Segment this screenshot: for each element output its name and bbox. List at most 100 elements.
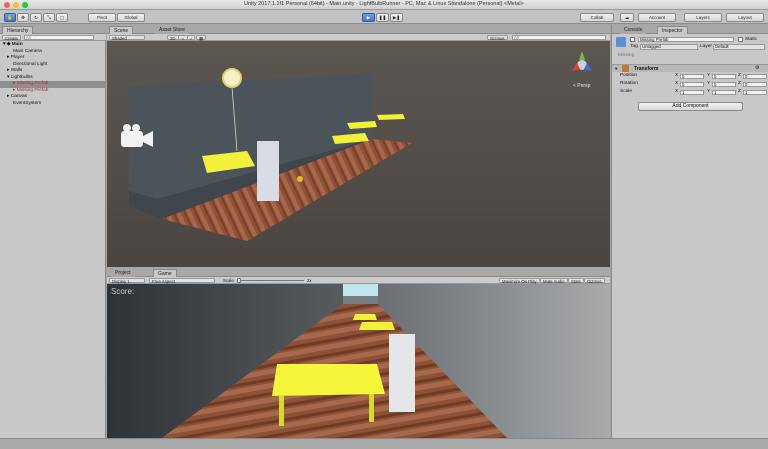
tab-project[interactable]: Project xyxy=(111,269,135,277)
position-z-label: Z xyxy=(738,73,741,78)
game-table-leg xyxy=(279,396,284,426)
gizmos-dropdown[interactable]: Gizmos xyxy=(487,35,508,41)
move-tool-icon[interactable]: ✥ xyxy=(17,13,29,22)
effects-toggle-icon[interactable]: ▦ xyxy=(196,35,207,41)
scale-tool-icon[interactable]: ⤡ xyxy=(43,13,55,22)
hand-tool-icon[interactable]: ✋ xyxy=(4,13,16,22)
scene-toolbar: Shaded 2D ☼ ♪ ▦ Gizmos All xyxy=(107,34,610,41)
hierarchy-tabbar: Hierarchy xyxy=(0,25,106,34)
rotation-x-field[interactable]: 0 xyxy=(680,81,704,87)
cloud-icon[interactable]: ☁ xyxy=(620,13,634,22)
tab-hierarchy[interactable]: Hierarchy xyxy=(2,26,34,34)
tab-game[interactable]: Game xyxy=(153,269,177,277)
position-y-field[interactable]: 0 xyxy=(712,73,736,79)
title-bar: Unity 2017.1.1f1 Personal (64bit) - Main… xyxy=(0,0,768,10)
hierarchy-item-label: Main xyxy=(11,42,23,47)
play-button[interactable]: ▶ xyxy=(362,13,375,22)
rotate-tool-icon[interactable]: ↻ xyxy=(30,13,42,22)
position-y-label: Y xyxy=(707,73,711,78)
scale-x-field[interactable]: 1 xyxy=(680,89,704,95)
scale-slider[interactable] xyxy=(238,280,304,281)
game-toolbar: Display 1 Free Aspect Scale 2x Maximize … xyxy=(107,277,610,284)
aspect-dropdown[interactable]: Free Aspect xyxy=(149,278,215,284)
main-toolbar: ✋ ✥ ↻ ⤡ ▢ Pivot Global ▶ ❚❚ ▶❚ Collab ☁ … xyxy=(0,10,768,24)
maximize-on-play-toggle[interactable]: Maximize On Play xyxy=(499,278,540,284)
create-dropdown[interactable]: Create xyxy=(2,35,21,41)
layers-dropdown[interactable]: Layers xyxy=(684,13,722,22)
hierarchy-toolbar: Create All xyxy=(0,34,106,41)
hierarchy-panel: Hierarchy Create All ▾ ◈ Main Main Camer… xyxy=(0,25,106,438)
hierarchy-item-eventsystem[interactable]: EventSystem xyxy=(13,101,106,108)
scene-search-input[interactable]: All xyxy=(512,34,606,40)
score-text: Score: xyxy=(111,287,134,296)
game-table xyxy=(353,314,377,320)
scale-label: Scale xyxy=(223,278,234,283)
inspector-tabbar: Console Inspector xyxy=(612,25,768,34)
hierarchy-item-label: Player xyxy=(10,55,25,60)
tag-dropdown[interactable]: Untagged xyxy=(640,44,698,50)
tab-console[interactable]: Console xyxy=(620,26,647,34)
layout-dropdown[interactable]: Layout xyxy=(726,13,764,22)
rotation-y-field[interactable]: 0 xyxy=(712,81,736,87)
scale-z-field[interactable]: 1 xyxy=(743,89,767,95)
game-table xyxy=(359,322,395,330)
audio-toggle-icon[interactable]: ♪ xyxy=(187,35,196,41)
scene-lightbulb xyxy=(297,176,303,182)
hierarchy-item-label: Missing Prefab xyxy=(16,87,49,93)
tag-label: Tag xyxy=(630,43,638,49)
stats-toggle[interactable]: Stats xyxy=(568,278,584,284)
global-toggle[interactable]: Global xyxy=(117,13,145,22)
game-gizmos-dropdown[interactable]: Gizmos xyxy=(584,278,605,284)
scale-slider-knob[interactable] xyxy=(237,278,241,283)
display-dropdown[interactable]: Display 1 xyxy=(109,278,145,284)
shading-dropdown[interactable]: Shaded xyxy=(109,35,145,41)
inspector-panel: Console Inspector Missing Prefab Static … xyxy=(611,25,768,438)
scale-y-field[interactable]: 1 xyxy=(712,89,736,95)
game-viewport[interactable]: Score: xyxy=(107,284,610,438)
step-button[interactable]: ▶❚ xyxy=(390,13,403,22)
scale-x-label: X xyxy=(675,89,679,94)
rotation-z-label: Z xyxy=(738,81,741,86)
layer-dropdown[interactable]: Default xyxy=(713,44,765,50)
scale-value: 2x xyxy=(307,278,312,283)
rotation-label: Rotation xyxy=(620,81,638,86)
position-x-field[interactable]: 0 xyxy=(680,73,704,79)
scale-label: Scale xyxy=(620,89,632,94)
static-checkbox[interactable] xyxy=(738,37,743,42)
object-name-field[interactable]: Missing Prefab xyxy=(638,36,734,42)
mute-audio-toggle[interactable]: Mute Audio xyxy=(540,278,568,284)
scene-tabbar: Scene Asset Store xyxy=(107,25,610,34)
rect-tool-icon[interactable]: ▢ xyxy=(56,13,68,22)
window-title: Unity 2017.1.1f1 Personal (64bit) - Main… xyxy=(244,1,524,7)
rotation-z-field[interactable]: 0 xyxy=(743,81,767,87)
directional-light-gizmo-icon xyxy=(222,68,242,88)
add-component-button[interactable]: Add Component xyxy=(638,102,743,111)
scale-y-label: Y xyxy=(707,89,711,94)
account-dropdown[interactable]: Account xyxy=(638,13,676,22)
game-block xyxy=(389,334,415,412)
tab-inspector[interactable]: Inspector xyxy=(657,26,688,34)
position-x-label: X xyxy=(675,73,679,78)
tab-asset-store[interactable]: Asset Store xyxy=(155,26,189,34)
transform-settings-gear-icon[interactable]: ⚙ xyxy=(755,65,759,71)
tab-scene[interactable]: Scene xyxy=(109,26,134,34)
scene-viewport[interactable]: < Persp xyxy=(107,41,610,267)
rotation-x-label: X xyxy=(675,81,679,86)
persp-label[interactable]: < Persp xyxy=(573,83,591,89)
active-checkbox[interactable] xyxy=(630,37,635,42)
pause-button[interactable]: ❚❚ xyxy=(376,13,389,22)
game-table-leg xyxy=(369,394,374,422)
rotation-y-label: Y xyxy=(707,81,711,86)
transform-expand-icon: ▾ xyxy=(615,66,618,71)
game-tabbar: Project Game xyxy=(107,268,610,277)
toggle-2d[interactable]: 2D xyxy=(167,35,179,41)
camera-gizmo-icon xyxy=(121,131,143,147)
hierarchy-search-input[interactable]: All xyxy=(24,34,94,40)
collab-button[interactable]: Collab xyxy=(580,13,614,22)
game-table-near xyxy=(272,364,385,396)
transform-header[interactable]: ▾ Transform ⚙ xyxy=(612,64,768,72)
pivot-toggle[interactable]: Pivot xyxy=(88,13,116,22)
transform-title: Transform xyxy=(634,66,659,72)
scene-table xyxy=(377,114,405,120)
position-z-field[interactable]: 0 xyxy=(743,73,767,79)
